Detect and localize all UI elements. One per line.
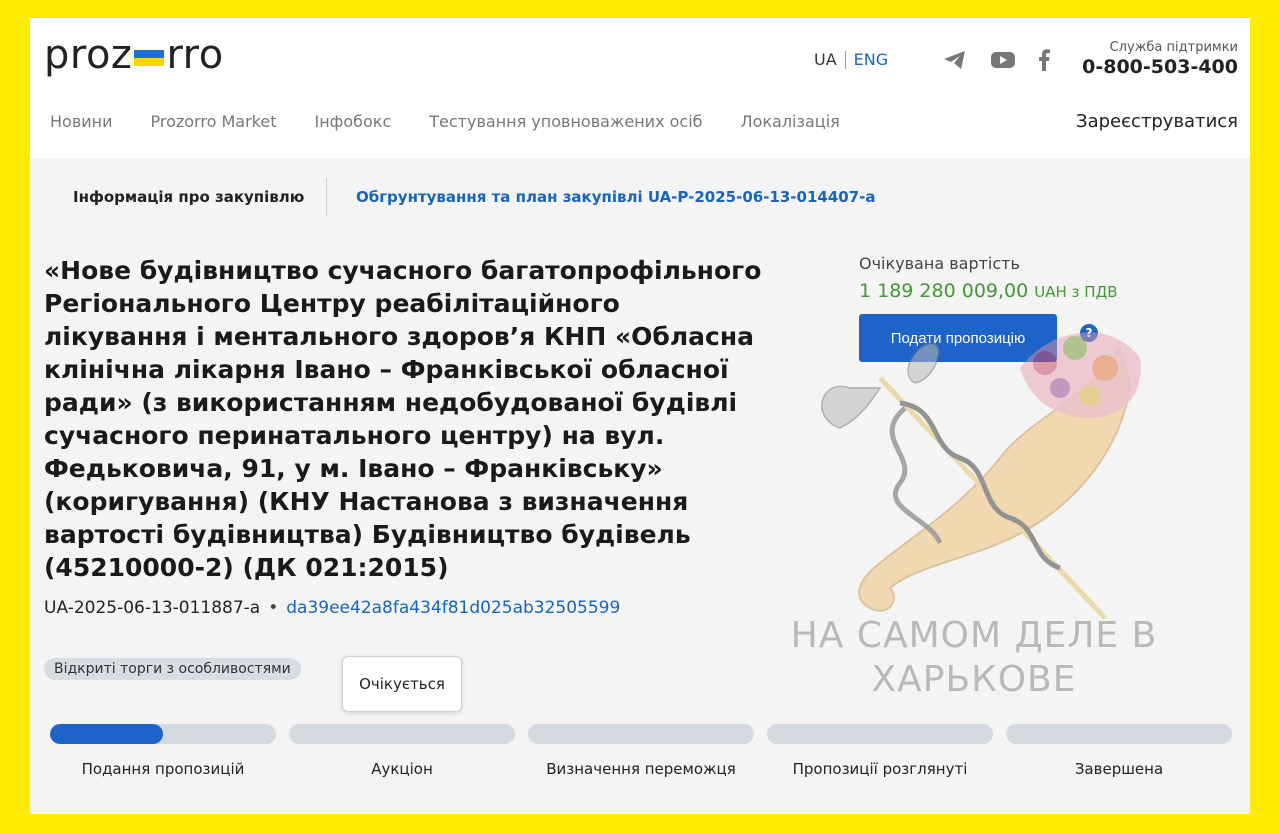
stage-progress-qualification — [528, 724, 754, 744]
lang-eng[interactable]: ENG — [854, 50, 888, 69]
nav-item-news[interactable]: Новини — [50, 112, 113, 131]
youtube-icon[interactable] — [990, 48, 1016, 72]
stage-progress-bidding — [50, 724, 276, 744]
tender-tabs: Інформація про закупівлю Обгрунтування т… — [30, 178, 1250, 218]
stage-label-bidding: Подання пропозицій — [81, 760, 245, 778]
tender-title: «Нове будівництво сучасного багатопрофіл… — [44, 256, 762, 582]
stage-progress-fill — [50, 724, 163, 744]
watermark-line-1: НА САМОМ ДЕЛЕ В — [790, 615, 1158, 656]
expected-value-number: 1 189 280 009,00 — [859, 280, 1029, 302]
page: proz rro UA ENG Служба підтримки 0-800-5… — [30, 18, 1250, 814]
logo-text-right: rro — [166, 32, 224, 78]
ukraine-flag-icon — [134, 50, 165, 66]
tender-id: UA-2025-06-13-011887-a — [44, 598, 261, 618]
language-switcher: UA ENG — [814, 50, 888, 69]
tender-identifiers: UA-2025-06-13-011887-a • da39ee42a8fa434… — [44, 598, 620, 618]
telegram-icon[interactable] — [942, 48, 968, 72]
procedure-type-badge: Відкриті торги з особливостями — [44, 658, 301, 680]
register-link[interactable]: Зареєструватися — [1076, 111, 1238, 132]
nav-item-infobox[interactable]: Інфобокс — [314, 112, 391, 131]
lang-ua[interactable]: UA — [814, 50, 837, 69]
stage-progress-reviewed — [767, 724, 993, 744]
nav-item-market[interactable]: Prozorro Market — [151, 112, 277, 131]
cornucopia-caduceus-watermark-icon — [821, 332, 1141, 620]
expected-value-amount: 1 189 280 009,00 UAH з ПДВ — [859, 280, 1118, 302]
facebook-icon[interactable] — [1031, 48, 1057, 72]
tender-hash-link[interactable]: da39ee42a8fa434f81d025ab32505599 — [286, 598, 620, 618]
expected-value-label: Очікувана вартість — [859, 254, 1020, 273]
stage-label-qualification: Визначення переможця — [546, 760, 736, 778]
logo-text-left: proz — [44, 32, 133, 78]
id-separator: • — [268, 598, 279, 618]
lang-divider — [844, 50, 846, 69]
prozorro-logo[interactable]: proz rro — [44, 32, 224, 78]
status-badge: Очікується — [342, 656, 462, 712]
tab-divider — [326, 178, 327, 216]
stage-progress-auction — [289, 724, 515, 744]
support-phone[interactable]: 0-800-503-400 — [1082, 56, 1238, 78]
stage-label-complete: Завершена — [1074, 760, 1164, 778]
watermark-line-2: ХАРЬКОВЕ — [871, 659, 1077, 700]
header: proz rro UA ENG Служба підтримки 0-800-5… — [30, 18, 1250, 158]
expected-value-currency: UAH з ПДВ — [1034, 283, 1118, 301]
stage-label-reviewed: Пропозиції розглянуті — [792, 760, 968, 778]
main-nav: Новини Prozorro Market Інфобокс Тестуван… — [50, 112, 878, 131]
support-label: Служба підтримки — [1109, 40, 1238, 55]
tab-procurement-plan[interactable]: Обгрунтування та план закупівлі UA-P-202… — [356, 188, 876, 206]
nav-item-localization[interactable]: Локалізація — [741, 112, 840, 131]
stage-label-auction: Аукціон — [371, 760, 433, 778]
stage-progress-complete — [1006, 724, 1232, 744]
nav-item-testing[interactable]: Тестування уповноважених осіб — [429, 112, 702, 131]
tab-procurement-info[interactable]: Інформація про закупівлю — [73, 188, 304, 206]
watermark-text: НА САМОМ ДЕЛЕ В ХАРЬКОВЕ — [774, 614, 1174, 702]
